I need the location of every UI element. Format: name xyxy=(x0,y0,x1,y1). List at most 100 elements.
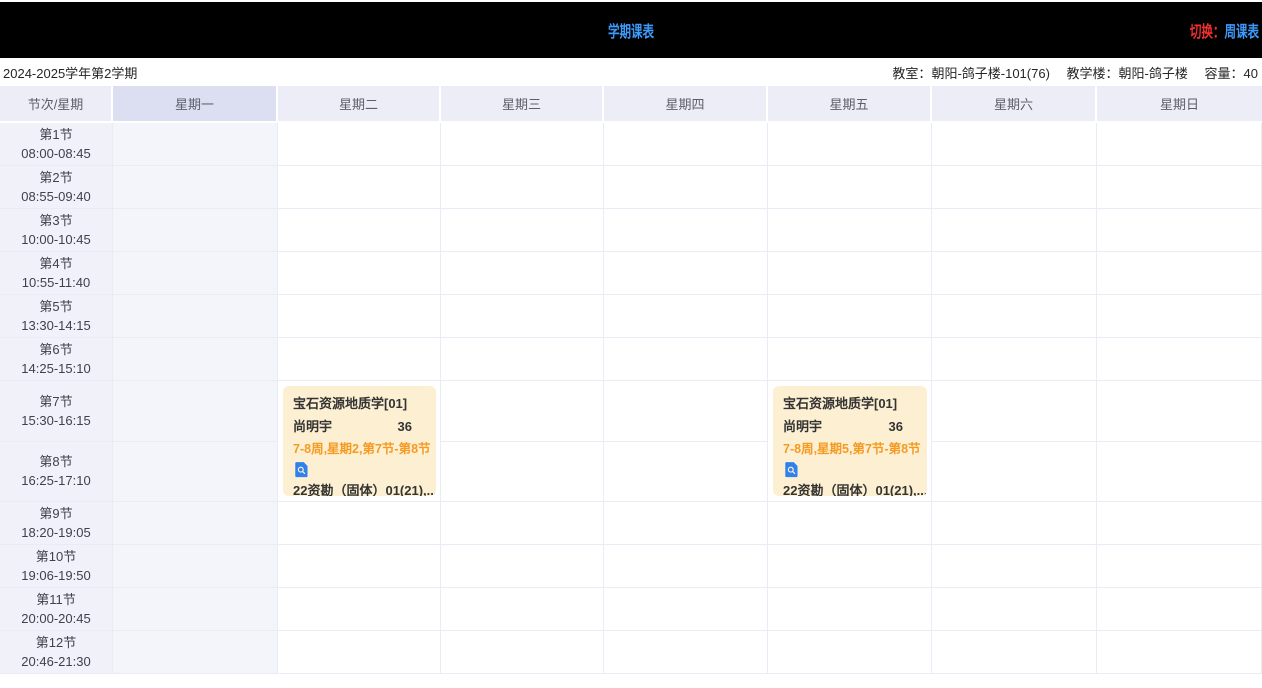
period-header-1: 第1节 08:00-08:45 xyxy=(0,123,113,166)
timetable-cell xyxy=(113,631,278,674)
timetable-cell xyxy=(604,123,768,166)
period-header-8: 第8节 16:25-17:10 xyxy=(0,442,113,503)
top-bar: 学期课表 切换：周课表 xyxy=(0,2,1262,58)
period-name: 第4节 xyxy=(0,254,112,273)
period-row-1: 第1节 08:00-08:45 xyxy=(0,123,1262,166)
timetable-cell xyxy=(768,338,932,381)
switch-to-week-view-link[interactable]: 周课表 xyxy=(1224,24,1259,41)
period-header-6: 第6节 14:25-15:10 xyxy=(0,338,113,381)
timetable-cell xyxy=(932,252,1097,295)
period-header-10: 第10节 19:06-19:50 xyxy=(0,545,113,588)
day-header-friday: 星期五 xyxy=(768,86,932,123)
timetable-cell xyxy=(1097,442,1262,503)
timetable-cell xyxy=(768,209,932,252)
capacity-label: 容量： xyxy=(1205,66,1244,81)
day-header-tuesday: 星期二 xyxy=(278,86,441,123)
period-header-11: 第11节 20:00-20:45 xyxy=(0,588,113,631)
period-header-4: 第4节 10:55-11:40 xyxy=(0,252,113,295)
timetable-cell xyxy=(1097,588,1262,631)
timetable-cell xyxy=(932,295,1097,338)
course-card-tuesday[interactable]: 宝石资源地质学[01] 尚明宇 36 7-8周,星期2,第7节-第8节 22资勘… xyxy=(283,386,436,496)
timetable-cell-course: 宝石资源地质学[01] 尚明宇 36 7-8周,星期5,第7节-第8节 22资勘… xyxy=(768,381,932,502)
period-row-9: 第9节 18:20-19:05 xyxy=(0,502,1262,545)
timetable-cell xyxy=(604,166,768,209)
period-row-7: 第7节 15:30-16:15 宝石资源地质学[01] 尚明宇 36 7-8周,… xyxy=(0,381,1262,442)
timetable-cell xyxy=(113,381,278,442)
timetable-cell xyxy=(441,588,604,631)
period-time: 08:55-09:40 xyxy=(0,187,112,206)
period-name: 第3节 xyxy=(0,211,112,230)
timetable-cell xyxy=(768,166,932,209)
timetable-cell xyxy=(1097,545,1262,588)
course-teacher: 尚明宇 xyxy=(783,414,822,439)
period-row-11: 第11节 20:00-20:45 xyxy=(0,588,1262,631)
timetable-cell xyxy=(768,631,932,674)
file-search-icon[interactable] xyxy=(293,460,426,479)
period-time: 10:00-10:45 xyxy=(0,230,112,249)
timetable-cell xyxy=(604,545,768,588)
timetable-cell xyxy=(441,166,604,209)
day-header-row: 节次/星期 星期一 星期二 星期三 星期四 星期五 星期六 星期日 xyxy=(0,86,1262,123)
day-header-sunday: 星期日 xyxy=(1097,86,1262,123)
timetable-cell xyxy=(278,209,441,252)
capacity-value: 40 xyxy=(1244,66,1258,81)
classroom-value: 朝阳-鸽子楼-101(76) xyxy=(931,66,1049,81)
timetable-cell xyxy=(441,252,604,295)
timetable-cell xyxy=(278,338,441,381)
period-header-9: 第9节 18:20-19:05 xyxy=(0,502,113,545)
day-header-saturday: 星期六 xyxy=(932,86,1097,123)
timetable-cell xyxy=(441,209,604,252)
period-row-3: 第3节 10:00-10:45 xyxy=(0,209,1262,252)
course-schedule: 7-8周,星期5,第7节-第8节 xyxy=(783,439,917,459)
period-time: 18:20-19:05 xyxy=(0,523,112,542)
timetable-cell xyxy=(932,545,1097,588)
timetable-cell xyxy=(1097,502,1262,545)
timetable-cell xyxy=(113,295,278,338)
period-row-2: 第2节 08:55-09:40 xyxy=(0,166,1262,209)
period-name: 第10节 xyxy=(0,547,112,566)
timetable: 节次/星期 星期一 星期二 星期三 星期四 星期五 星期六 星期日 第1节 08… xyxy=(0,86,1262,674)
timetable-cell xyxy=(932,338,1097,381)
period-name: 第7节 xyxy=(0,392,112,411)
corner-header: 节次/星期 xyxy=(0,86,113,123)
period-time: 08:00-08:45 xyxy=(0,144,112,163)
period-row-8: 第8节 16:25-17:10 xyxy=(0,442,1262,503)
course-class-list: 22资勘（固体）01(21),... xyxy=(783,480,917,496)
timetable-cell xyxy=(1097,123,1262,166)
timetable-cell xyxy=(768,545,932,588)
building-label: 教学楼： xyxy=(1067,66,1119,81)
timetable-cell xyxy=(604,588,768,631)
timetable-cell xyxy=(604,442,768,503)
timetable-cell-course: 宝石资源地质学[01] 尚明宇 36 7-8周,星期2,第7节-第8节 22资勘… xyxy=(278,381,441,502)
course-title: 宝石资源地质学[01] xyxy=(783,393,917,414)
period-name: 第8节 xyxy=(0,452,112,471)
course-card-friday[interactable]: 宝石资源地质学[01] 尚明宇 36 7-8周,星期5,第7节-第8节 22资勘… xyxy=(773,386,927,496)
timetable-cell xyxy=(278,166,441,209)
timetable-cell xyxy=(768,123,932,166)
file-search-icon[interactable] xyxy=(783,460,917,479)
course-class-list: 22资勘（固体）01(21),... xyxy=(293,480,426,496)
timetable-cell xyxy=(932,442,1097,503)
timetable-cell xyxy=(113,442,278,503)
timetable-cell xyxy=(768,295,932,338)
period-time: 14:25-15:10 xyxy=(0,359,112,378)
period-name: 第2节 xyxy=(0,168,112,187)
timetable-cell xyxy=(278,252,441,295)
timetable-cell xyxy=(113,545,278,588)
semester-label: 2024-2025学年第2学期 xyxy=(3,63,137,82)
timetable-cell xyxy=(278,588,441,631)
timetable-cell xyxy=(1097,166,1262,209)
timetable-cell xyxy=(278,545,441,588)
period-name: 第1节 xyxy=(0,125,112,144)
day-header-wednesday: 星期三 xyxy=(441,86,604,123)
timetable-cell xyxy=(1097,295,1262,338)
period-row-5: 第5节 13:30-14:15 xyxy=(0,295,1262,338)
period-name: 第11节 xyxy=(0,590,112,609)
timetable-cell xyxy=(932,123,1097,166)
period-time: 20:00-20:45 xyxy=(0,609,112,628)
timetable-cell xyxy=(604,295,768,338)
building-value: 朝阳-鸽子楼 xyxy=(1119,66,1188,81)
period-header-3: 第3节 10:00-10:45 xyxy=(0,209,113,252)
timetable-cell xyxy=(278,295,441,338)
timetable-cell xyxy=(932,166,1097,209)
